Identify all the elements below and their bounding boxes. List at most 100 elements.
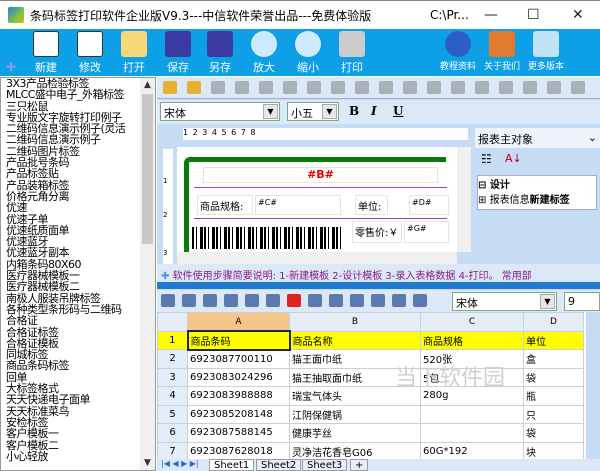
barcode-image[interactable] (192, 227, 342, 249)
row-header[interactable]: 3 (157, 367, 188, 387)
grid-save-icon[interactable] (182, 294, 196, 307)
move-down-icon[interactable] (371, 294, 385, 307)
row-header[interactable]: 1 (157, 330, 188, 350)
maximize-button[interactable]: ☐ (527, 7, 540, 23)
grid-cell[interactable]: 江阴保健锅 (289, 404, 421, 424)
grid-cell[interactable]: 6923083988888 (187, 386, 290, 406)
tree-node-report-info[interactable]: ⊞ 报表信息新建标签 (478, 191, 596, 206)
about-button[interactable]: 关于我们 (480, 31, 524, 72)
merge-icon[interactable] (355, 81, 369, 94)
align-center-icon[interactable] (403, 81, 417, 94)
italic-button[interactable]: I (371, 104, 377, 118)
grid-cell[interactable]: 60G*192 (420, 441, 524, 461)
underline-button[interactable]: U (393, 104, 403, 118)
insert-col-icon[interactable] (329, 294, 343, 307)
align-top-icon[interactable] (451, 81, 465, 94)
size-select[interactable]: 小五 ▼ (287, 102, 339, 121)
save-icon[interactable] (187, 81, 201, 94)
sort-az-icon[interactable]: A↓ (505, 152, 522, 165)
table-icon[interactable] (413, 294, 427, 307)
unit-label[interactable]: 单位: (355, 195, 388, 215)
undo-icon[interactable] (307, 81, 321, 94)
open-button[interactable]: 打开 (112, 31, 156, 75)
grid-cell[interactable]: 6923087588145 (187, 423, 290, 443)
find-icon[interactable] (392, 294, 406, 307)
template-item[interactable]: 合格证 (1, 315, 155, 327)
row-header[interactable]: 4 (157, 386, 188, 406)
column-header[interactable]: D (523, 312, 584, 332)
copy-icon[interactable] (235, 81, 249, 94)
new-button[interactable]: 新建 (24, 31, 68, 75)
open-icon[interactable] (163, 81, 177, 94)
categorized-icon[interactable]: ☷ (481, 152, 492, 166)
copy-icon[interactable] (245, 294, 259, 307)
grid-cell[interactable] (420, 423, 524, 443)
tutorial-button[interactable]: 教程资料 (436, 31, 480, 72)
save-as-button[interactable]: 另存 (198, 31, 242, 75)
expand-icon[interactable]: ✚ (6, 60, 16, 74)
grid-cell[interactable]: 块 (523, 441, 584, 461)
grid-cell[interactable]: 只 (523, 404, 584, 424)
grid-font-select[interactable]: 宋体 ▼ (452, 292, 557, 311)
tree-node-design[interactable]: ⊟ 设计 (478, 176, 596, 191)
grid-cell[interactable]: 盒 (523, 349, 584, 369)
column-header[interactable]: C (420, 312, 524, 332)
grid-size-select[interactable]: 9 (564, 292, 600, 311)
grid-cell[interactable]: 6923087700110 (187, 349, 290, 369)
redo-icon[interactable] (331, 81, 345, 94)
label-canvas[interactable]: #B# 商品规格: #C# 单位: #D# 零售价:￥ #G# (177, 147, 457, 252)
price-field[interactable]: #G# (404, 221, 449, 243)
sheet-tab[interactable]: Sheet1 (209, 459, 255, 471)
property-tree[interactable]: ⊟ 设计 ⊞ 报表信息新建标签 (477, 175, 597, 210)
column-header[interactable]: B (289, 312, 421, 332)
spec-label[interactable]: 商品规格: (197, 195, 253, 215)
paste-icon[interactable] (259, 81, 273, 94)
data-grid[interactable]: ABCD 1 商品条码 商品名称 商品规格 单位 2 6923087700110 猫王面巾纸 5… (157, 312, 600, 471)
bold-button[interactable]: B (349, 104, 359, 118)
group-icon[interactable] (523, 81, 537, 94)
template-item[interactable]: 产品标签贴 (1, 168, 155, 180)
column-header[interactable]: A (187, 312, 290, 332)
row-header[interactable]: 2 (157, 349, 188, 369)
delete-icon[interactable] (283, 81, 297, 94)
row-header[interactable]: 7 (157, 441, 188, 461)
grid-cell[interactable]: 瓶 (523, 386, 584, 406)
sheet-tab[interactable]: Sheet2 (256, 459, 302, 471)
canvas-hscrollbar[interactable] (177, 252, 457, 264)
edit-button[interactable]: 修改 (68, 31, 112, 75)
close-button[interactable]: ✕ (572, 7, 584, 23)
title-field[interactable]: #B# (203, 167, 438, 183)
move-up-icon[interactable] (350, 294, 364, 307)
insert-row-icon[interactable] (308, 294, 322, 307)
delete-icon[interactable] (287, 294, 301, 307)
align-middle-icon[interactable] (475, 81, 489, 94)
grid-cell[interactable]: 商品名称 (289, 330, 421, 350)
template-list[interactable]: 3X3产品检验标签 MLCC盛中电子_外箱标签 三只松鼠 专业版文字旋转打印例子 二维码… (0, 77, 156, 471)
sheet-nav-icons[interactable]: |◀ ◀ ▶ ▶| (161, 459, 199, 468)
row-header[interactable]: 6 (157, 423, 188, 443)
sheet-tab[interactable]: Sheet3 (302, 459, 348, 471)
more-versions-button[interactable]: 更多版本 (524, 31, 568, 72)
row-header[interactable]: 5 (157, 404, 188, 424)
grid-cell[interactable]: 单位 (523, 330, 584, 350)
grid-cell[interactable]: 6923087628018 (187, 441, 290, 461)
template-item[interactable]: 客户模板一 (1, 428, 155, 440)
print-button[interactable]: 打印 (330, 31, 374, 75)
cut-icon[interactable] (211, 81, 225, 94)
grid-vscrollbar[interactable] (586, 312, 600, 459)
scroll-down-icon[interactable]: ▼ (140, 458, 155, 468)
canvas-vscrollbar[interactable] (457, 147, 471, 252)
grid-cell[interactable] (420, 404, 524, 424)
grid-cell[interactable]: 袋 (523, 423, 584, 443)
import-icon[interactable] (161, 294, 175, 307)
grid-cell[interactable]: 灵净洁花香皂G06 (289, 441, 421, 461)
object-select[interactable]: 报表主对象 ⌄ (475, 128, 600, 148)
grid-cell[interactable]: 健康芋丝 (289, 423, 421, 443)
price-label[interactable]: 零售价:￥ (352, 221, 402, 243)
align-left-icon[interactable] (379, 81, 393, 94)
spec-field[interactable]: #C# (255, 195, 341, 215)
grid-cell[interactable]: 商品条码 (186, 330, 291, 351)
add-sheet-button[interactable]: + (350, 459, 369, 471)
scroll-up-icon[interactable]: ▲ (140, 80, 155, 90)
export-icon[interactable] (203, 294, 217, 307)
